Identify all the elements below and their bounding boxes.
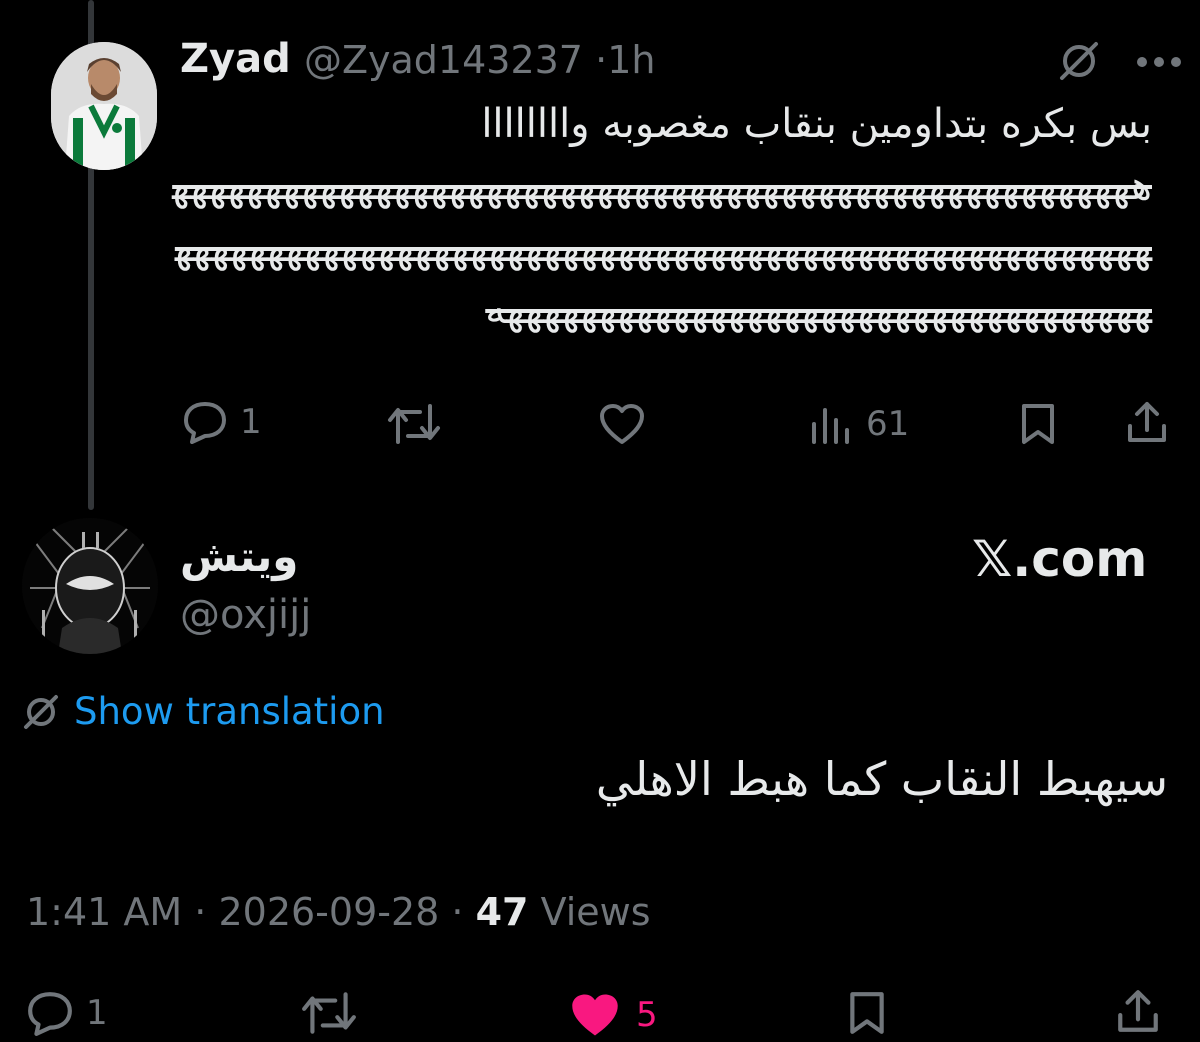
views-label: Views [540, 890, 651, 934]
time-ago[interactable]: 1h [607, 38, 655, 82]
reply-count: 1 [240, 402, 262, 442]
show-translation-label: Show translation [74, 690, 385, 733]
reply-icon [182, 400, 228, 444]
share-button[interactable] [1114, 988, 1162, 1036]
share-icon [1114, 988, 1162, 1036]
author-name[interactable]: Zyad [180, 36, 291, 82]
no-translate-icon[interactable] [1058, 40, 1100, 86]
reply-text: سيهبط النقاب كما هبط الاهلي [595, 752, 1168, 806]
bookmark-button[interactable] [846, 990, 888, 1036]
views-count: 47 [475, 890, 529, 934]
tweet-text-line1: بس بكره بتداومين بنقاب مغصوبه واااااااا [481, 101, 1152, 147]
views-count: 61 [866, 404, 910, 444]
views-button[interactable]: 61 [808, 402, 909, 446]
retweet-icon [300, 990, 358, 1036]
author-handle-and-time: @Zyad143237 ·1h [304, 38, 655, 82]
tweet-date[interactable]: 2026-09-28 [218, 890, 439, 934]
bookmark-icon [1018, 402, 1058, 446]
tweet-text: بس بكره بتداومين بنقاب مغصوبه واااااااا … [172, 93, 1152, 341]
tweet-top-icons [1058, 40, 1182, 86]
reply-author-name[interactable]: ويتش [180, 532, 298, 581]
reply-button[interactable]: 1 [26, 990, 108, 1036]
more-icon[interactable] [1136, 54, 1182, 73]
reply-icon [26, 990, 74, 1036]
retweet-button[interactable] [386, 402, 442, 446]
separator-dot: · [451, 890, 476, 934]
tweet-laugh-text: هههههههههههههههههههههههههههههههههههههههه… [172, 163, 1152, 333]
reply-button[interactable]: 1 [182, 400, 262, 444]
bookmark-icon [846, 990, 888, 1036]
separator-dot: · [194, 890, 219, 934]
tweet-meta: 1:41 AM · 2026-09-28 · 47 Views [26, 890, 651, 934]
share-button[interactable] [1124, 400, 1170, 446]
retweet-icon [386, 402, 442, 446]
show-translation-link[interactable]: Show translation [22, 690, 385, 733]
share-icon [1124, 400, 1170, 446]
avatar[interactable] [51, 42, 157, 170]
like-button[interactable]: 5 [566, 990, 658, 1040]
tweet-time[interactable]: 1:41 AM [26, 890, 182, 934]
like-icon [598, 402, 646, 446]
reply-count: 1 [86, 993, 108, 1033]
no-translate-icon [22, 693, 60, 731]
bookmark-button[interactable] [1018, 402, 1058, 446]
x-watermark: 𝕏.com [972, 530, 1148, 588]
reply-author-handle[interactable]: @oxjijj [180, 592, 311, 638]
like-icon-filled [566, 990, 624, 1040]
views-icon [808, 402, 854, 446]
retweet-button[interactable] [300, 990, 358, 1036]
like-button[interactable] [598, 402, 646, 446]
separator-dot: · [595, 38, 608, 82]
author-handle[interactable]: @Zyad143237 [304, 38, 583, 82]
like-count: 5 [636, 995, 658, 1035]
avatar[interactable] [22, 518, 158, 654]
